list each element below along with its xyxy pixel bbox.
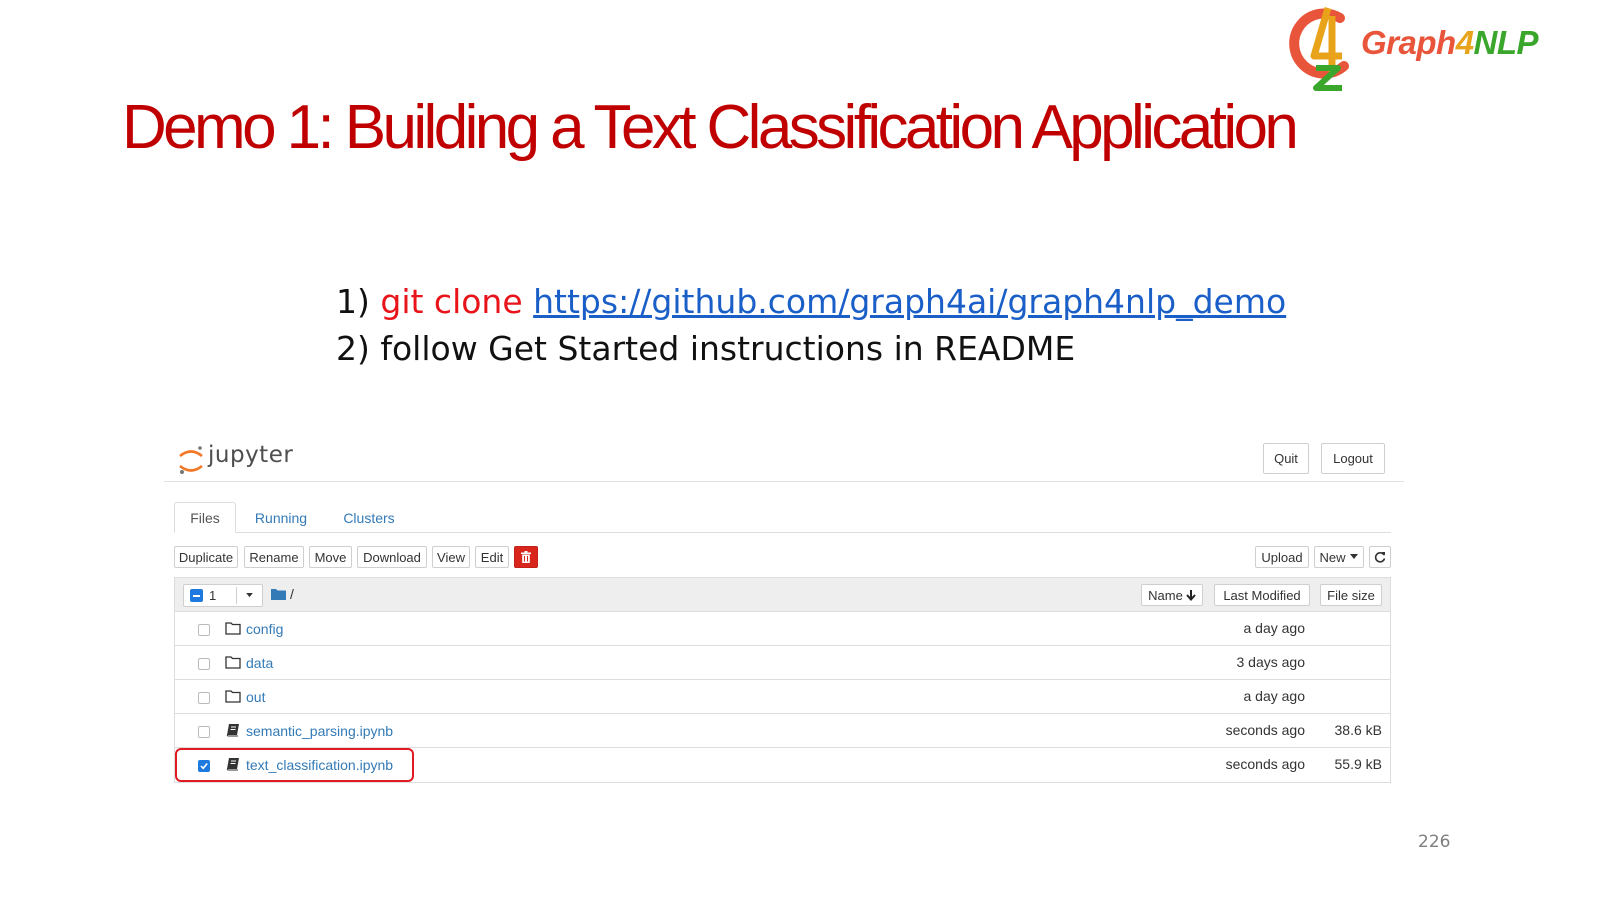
row-checkbox[interactable] xyxy=(198,658,210,670)
sort-name-label: Name xyxy=(1148,587,1183,603)
file-name-link[interactable]: text_classification.ipynb xyxy=(246,757,393,773)
new-dropdown-label: New xyxy=(1319,549,1346,565)
duplicate-button[interactable]: Duplicate xyxy=(174,546,238,568)
folder-outline-icon xyxy=(225,690,241,703)
checkmark-icon xyxy=(200,762,208,770)
file-row-semantic-parsing[interactable]: semantic_parsing.ipynb seconds ago 38.6 … xyxy=(175,714,1390,748)
jupyter-header: jupyter Quit Logout xyxy=(164,436,1404,482)
instruction-step-2: 2) follow Get Started instructions in RE… xyxy=(336,329,1076,368)
download-button[interactable]: Download xyxy=(357,546,427,568)
refresh-button[interactable] xyxy=(1369,546,1391,568)
select-all-dropdown[interactable]: 1 xyxy=(183,584,263,607)
caret-down-icon xyxy=(1349,554,1358,559)
file-row-text-classification[interactable]: text_classification.ipynb seconds ago 55… xyxy=(175,748,1390,782)
file-row-out[interactable]: out a day ago xyxy=(175,680,1390,714)
folder-icon[interactable] xyxy=(271,588,286,600)
file-size: 55.9 kB xyxy=(1334,756,1382,772)
notebook-icon xyxy=(226,724,239,737)
file-list: 1 / Name Last Modified File size config … xyxy=(174,577,1391,783)
git-clone-command: git clone xyxy=(380,282,534,321)
file-name-link[interactable]: semantic_parsing.ipynb xyxy=(246,723,393,739)
row-checkbox[interactable] xyxy=(198,624,210,636)
graph4nlp-logo-mark xyxy=(1289,7,1349,91)
sort-by-file-size-button[interactable]: File size xyxy=(1320,584,1382,606)
selection-indicator-icon xyxy=(190,589,203,602)
file-modified: a day ago xyxy=(1243,688,1306,704)
sort-by-name-button[interactable]: Name xyxy=(1141,584,1203,606)
refresh-icon xyxy=(1374,552,1386,563)
trash-icon xyxy=(521,551,531,563)
file-modified: seconds ago xyxy=(1225,722,1305,738)
selected-count: 1 xyxy=(209,588,217,603)
delete-button[interactable] xyxy=(514,546,538,568)
caret-down-icon xyxy=(246,593,253,598)
repo-link[interactable]: https://github.com/graph4ai/graph4nlp_de… xyxy=(533,282,1286,321)
file-name-link[interactable]: config xyxy=(246,621,283,637)
jupyter-file-browser: jupyter Quit Logout Files Running Cluste… xyxy=(164,436,1404,791)
upload-button[interactable]: Upload xyxy=(1255,546,1309,568)
view-button[interactable]: View xyxy=(432,546,470,568)
row-checkbox[interactable] xyxy=(198,692,210,704)
page-number: 226 xyxy=(1418,832,1451,852)
instructions: 1) git clone https://github.com/graph4ai… xyxy=(336,278,1286,372)
edit-button[interactable]: Edit xyxy=(475,546,509,568)
breadcrumb-path[interactable]: / xyxy=(290,586,294,602)
sort-by-last-modified-button[interactable]: Last Modified xyxy=(1214,584,1310,606)
file-size: 38.6 kB xyxy=(1334,722,1382,738)
tab-clusters[interactable]: Clusters xyxy=(334,502,404,533)
move-button[interactable]: Move xyxy=(309,546,352,568)
graph4nlp-logo: Graph4NLP xyxy=(1288,2,1588,94)
row-checkbox-checked[interactable] xyxy=(198,760,210,772)
folder-outline-icon xyxy=(225,622,241,635)
arrow-down-icon xyxy=(1186,589,1196,601)
file-name-link[interactable]: out xyxy=(246,689,265,705)
graph4nlp-logo-text: Graph4NLP xyxy=(1361,24,1539,61)
file-name-link[interactable]: data xyxy=(246,655,273,671)
file-modified: 3 days ago xyxy=(1236,654,1306,670)
file-row-data[interactable]: data 3 days ago xyxy=(175,646,1390,680)
file-modified: seconds ago xyxy=(1225,756,1305,772)
logout-button[interactable]: Logout xyxy=(1321,443,1385,474)
file-modified: a day ago xyxy=(1243,620,1306,636)
rename-button[interactable]: Rename xyxy=(244,546,304,568)
file-row-config[interactable]: config a day ago xyxy=(175,612,1390,646)
file-list-header: 1 / Name Last Modified File size xyxy=(175,578,1390,612)
jupyter-logo-text: jupyter xyxy=(208,442,294,468)
slide-title: Demo 1: Building a Text Classification A… xyxy=(122,93,1299,162)
tab-running[interactable]: Running xyxy=(248,502,314,533)
new-dropdown-button[interactable]: New xyxy=(1314,546,1364,568)
tab-files[interactable]: Files xyxy=(174,502,236,533)
row-checkbox[interactable] xyxy=(198,726,210,738)
notebook-icon xyxy=(226,758,239,771)
folder-outline-icon xyxy=(225,656,241,669)
quit-button[interactable]: Quit xyxy=(1263,443,1309,474)
instruction-step-1: 1) git clone https://github.com/graph4ai… xyxy=(336,282,1287,321)
jupyter-logo-icon xyxy=(179,446,203,474)
